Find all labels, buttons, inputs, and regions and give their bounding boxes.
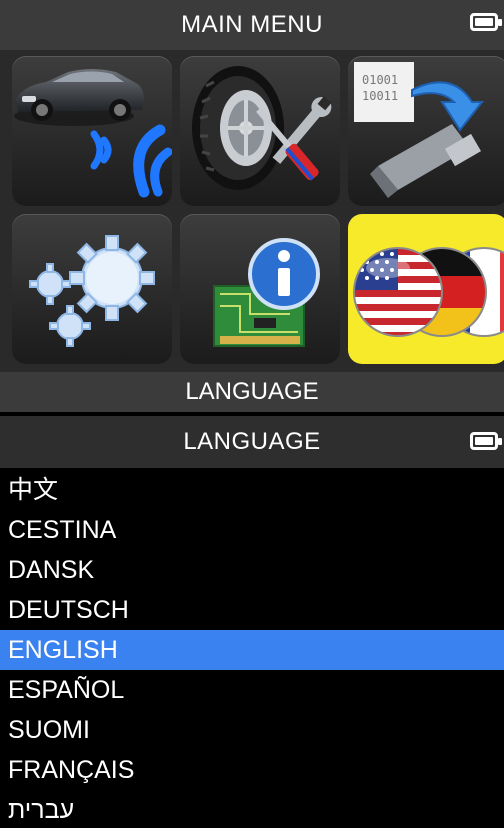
language-item-francais[interactable]: FRANÇAIS xyxy=(0,750,504,790)
gears-icon xyxy=(29,235,155,347)
circuit-info-icon xyxy=(213,238,320,347)
tile-vehicle-sensor-scan[interactable] xyxy=(12,56,172,206)
svg-text:10011: 10011 xyxy=(362,89,398,103)
tire-tools-icon xyxy=(192,66,332,190)
tile-info[interactable] xyxy=(180,214,340,364)
language-list: 中文 CESTINA DANSK DEUTSCH ENGLISH ESPAÑOL… xyxy=(0,470,504,828)
svg-text:01001: 01001 xyxy=(362,73,398,87)
binary-download-icon: 01001 10011 xyxy=(354,62,485,198)
language-titlebar: LANGUAGE xyxy=(0,416,504,468)
tile-settings[interactable] xyxy=(12,214,172,364)
language-item-english[interactable]: ENGLISH xyxy=(0,630,504,670)
battery-full-icon xyxy=(470,432,502,450)
language-item-cestina[interactable]: CESTINA xyxy=(0,510,504,550)
language-item-dansk[interactable]: DANSK xyxy=(0,550,504,590)
tile-language[interactable] xyxy=(348,214,504,364)
menu-grid: 01001 10011 xyxy=(12,56,504,368)
main-menu-screen: MAIN MENU 01001 10011 LANGUAGE xyxy=(0,0,504,412)
page-title: MAIN MENU xyxy=(181,11,323,38)
flags-icon xyxy=(353,247,504,337)
tile-sensor-programming[interactable]: 01001 10011 xyxy=(348,56,504,206)
language-item-suomi[interactable]: SUOMI xyxy=(0,710,504,750)
language-item-chinese[interactable]: 中文 xyxy=(0,470,504,510)
language-screen: LANGUAGE 中文 CESTINA DANSK DEUTSCH ENGLIS… xyxy=(0,416,504,828)
main-menu-titlebar: MAIN MENU xyxy=(0,0,504,50)
car-wireless-icon xyxy=(14,69,172,198)
language-item-espanol[interactable]: ESPAÑOL xyxy=(0,670,504,710)
tile-tire-service[interactable] xyxy=(180,56,340,206)
battery-full-icon xyxy=(470,13,502,31)
language-item-deutsch[interactable]: DEUTSCH xyxy=(0,590,504,630)
selected-item-bar: LANGUAGE xyxy=(0,372,504,412)
language-item-hebrew[interactable]: עברית xyxy=(0,790,504,828)
language-title: LANGUAGE xyxy=(183,428,321,455)
selected-item-label: LANGUAGE xyxy=(185,378,319,405)
device-screens: MAIN MENU 01001 10011 LANGUAGE LANGUAGE … xyxy=(0,0,504,828)
